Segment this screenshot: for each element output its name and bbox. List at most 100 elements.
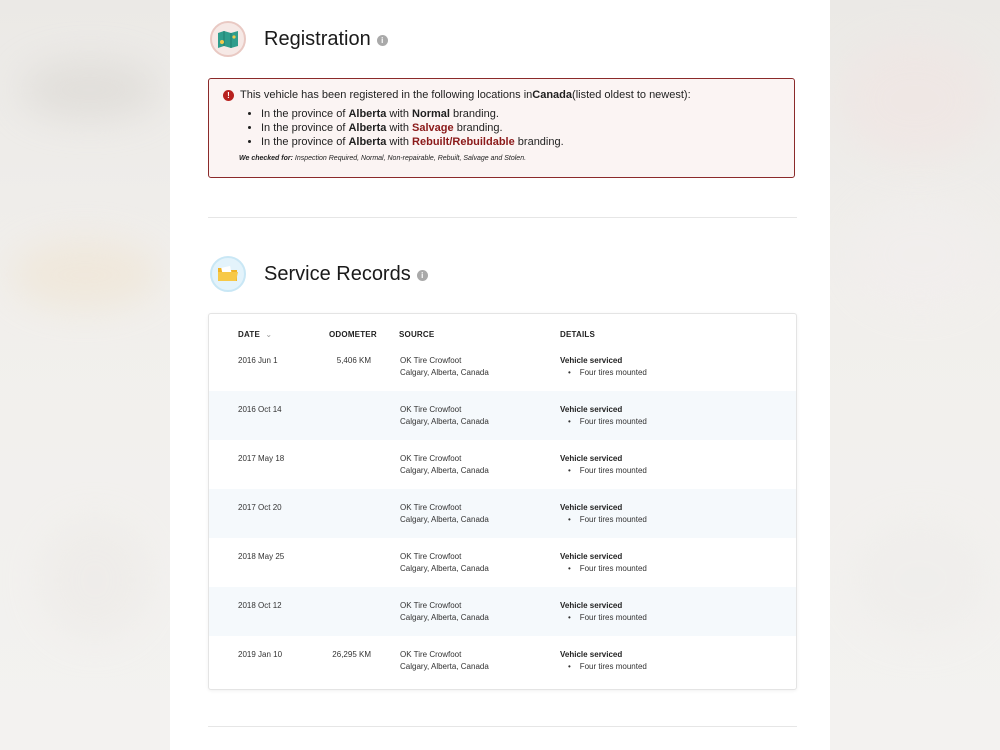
item-province: Alberta (348, 122, 387, 134)
cell-date: 2019 Jan 10 (238, 650, 283, 659)
table-row: 2017 May 18 OK Tire Crowfoot Calgary, Alb… (209, 440, 796, 489)
detail-item-text: Four tires mounted (579, 662, 647, 671)
cell-date: 2018 Oct 12 (238, 601, 282, 610)
detail-title: Vehicle serviced (560, 454, 623, 463)
detail-item: • Four tires mounted (568, 613, 647, 622)
detail-title: Vehicle serviced (560, 405, 623, 414)
item-prefix: In the province of (261, 108, 349, 120)
detail-item: • Four tires mounted (568, 564, 647, 573)
table-row: 2016 Oct 14 OK Tire Crowfoot Calgary, Alb… (209, 391, 796, 440)
source-name: OK Tire Crowfoot (400, 405, 462, 414)
item-province: Alberta (348, 136, 387, 148)
detail-item-text: Four tires mounted (579, 515, 647, 524)
detail-item-text: Four tires mounted (579, 564, 647, 573)
detail-item: • Four tires mounted (568, 417, 647, 426)
column-date-label: DATE (238, 330, 260, 339)
detail-item: • Four tires mounted (568, 515, 647, 524)
table-row: 2019 Jan 10 26,295 KM OK Tire Crowfoot Ca… (209, 636, 796, 685)
source-location: Calgary, Alberta, Canada (400, 564, 489, 573)
sort-chevron-icon[interactable]: ⌄ (265, 330, 272, 339)
registration-list: In the province of Alberta with Normal b… (223, 107, 780, 149)
item-suffix: branding. (514, 136, 564, 148)
cell-details: Vehicle serviced • Four tires mounted (560, 453, 647, 477)
section-divider (208, 217, 797, 218)
source-name: OK Tire Crowfoot (400, 650, 462, 659)
alert-intro: ! This vehicle has been registered in th… (223, 89, 780, 101)
source-name: OK Tire Crowfoot (400, 601, 462, 610)
detail-title: Vehicle serviced (560, 552, 623, 561)
cell-source: OK Tire Crowfoot Calgary, Alberta, Canada (400, 355, 489, 379)
item-suffix: branding. (453, 122, 503, 134)
cell-details: Vehicle serviced • Four tires mounted (560, 502, 647, 526)
table-row: 2016 Jun 1 5,406 KM OK Tire Crowfoot Calg… (209, 342, 796, 391)
cell-source: OK Tire Crowfoot Calgary, Alberta, Canada (400, 502, 489, 526)
map-icon (210, 21, 246, 57)
background-left (0, 0, 170, 750)
source-name: OK Tire Crowfoot (400, 503, 462, 512)
source-location: Calgary, Alberta, Canada (400, 515, 489, 524)
cell-details: Vehicle serviced • Four tires mounted (560, 404, 647, 428)
column-header-odometer: ODOMETER (329, 330, 377, 339)
detail-item: • Four tires mounted (568, 662, 647, 671)
source-location: Calgary, Alberta, Canada (400, 417, 489, 426)
item-prefix: In the province of (261, 136, 349, 148)
cell-odometer: 26,295 KM (332, 650, 371, 659)
source-name: OK Tire Crowfoot (400, 454, 462, 463)
detail-title: Vehicle serviced (560, 650, 623, 659)
item-province: Alberta (348, 108, 387, 120)
cell-source: OK Tire Crowfoot Calgary, Alberta, Canada (400, 404, 489, 428)
item-mid: with (386, 122, 413, 134)
cell-details: Vehicle serviced • Four tires mounted (560, 551, 647, 575)
alert-icon: ! (223, 89, 234, 101)
detail-item: • Four tires mounted (568, 368, 647, 377)
checked-list: Inspection Required, Normal, Non-repaira… (292, 155, 527, 162)
detail-title: Vehicle serviced (560, 503, 623, 512)
section-divider (208, 726, 797, 727)
source-location: Calgary, Alberta, Canada (400, 613, 489, 622)
detail-title: Vehicle serviced (560, 356, 623, 365)
alert-intro-text-2: (listed oldest to newest): (572, 89, 691, 101)
alert-intro-country: Canada (532, 89, 573, 101)
cell-source: OK Tire Crowfoot Calgary, Alberta, Canada (400, 600, 489, 624)
detail-item-text: Four tires mounted (579, 466, 647, 475)
cell-source: OK Tire Crowfoot Calgary, Alberta, Canada (400, 551, 489, 575)
checked-for-note: We checked for: Inspection Required, Nor… (223, 155, 780, 162)
table-row: 2017 Oct 20 OK Tire Crowfoot Calgary, Alb… (209, 489, 796, 538)
detail-title: Vehicle serviced (560, 601, 623, 610)
registration-item: In the province of Alberta with Normal b… (261, 107, 780, 121)
cell-details: Vehicle serviced • Four tires mounted (560, 600, 647, 624)
column-header-details: DETAILS (560, 330, 596, 339)
item-brand: Salvage (412, 122, 454, 134)
column-header-date[interactable]: DATE ⌄ (238, 330, 272, 339)
detail-item: • Four tires mounted (568, 466, 647, 475)
registration-info-icon[interactable]: i (376, 35, 388, 46)
detail-item-text: Four tires mounted (579, 368, 647, 377)
service-info-icon[interactable]: i (416, 270, 428, 281)
service-title: Service Records (264, 262, 411, 285)
cell-source: OK Tire Crowfoot Calgary, Alberta, Canada (400, 453, 489, 477)
cell-details: Vehicle serviced • Four tires mounted (560, 649, 647, 673)
item-mid: with (386, 136, 413, 148)
source-location: Calgary, Alberta, Canada (400, 662, 489, 671)
checked-label: We checked for: (239, 155, 293, 162)
folder-icon (210, 256, 246, 292)
source-location: Calgary, Alberta, Canada (400, 368, 489, 377)
background-right (830, 0, 1000, 750)
registration-item: In the province of Alberta with Rebuilt/… (261, 135, 780, 149)
cell-date: 2018 May 25 (238, 552, 285, 561)
cell-odometer: 5,406 KM (336, 356, 371, 365)
item-mid: with (386, 108, 413, 120)
table-row: 2018 Oct 12 OK Tire Crowfoot Calgary, Alb… (209, 587, 796, 636)
table-row: 2018 May 25 OK Tire Crowfoot Calgary, Alb… (209, 538, 796, 587)
cell-source: OK Tire Crowfoot Calgary, Alberta, Canada (400, 649, 489, 673)
column-header-source: SOURCE (399, 330, 435, 339)
item-brand: Normal (412, 108, 450, 120)
source-name: OK Tire Crowfoot (400, 552, 462, 561)
item-prefix: In the province of (261, 122, 349, 134)
report-page: Registration i ! This vehicle has been r… (170, 0, 830, 750)
cell-date: 2016 Oct 14 (238, 405, 282, 414)
cell-date: 2016 Jun 1 (238, 356, 278, 365)
detail-item-text: Four tires mounted (579, 417, 647, 426)
registration-title: Registration (264, 27, 371, 50)
cell-date: 2017 May 18 (238, 454, 285, 463)
